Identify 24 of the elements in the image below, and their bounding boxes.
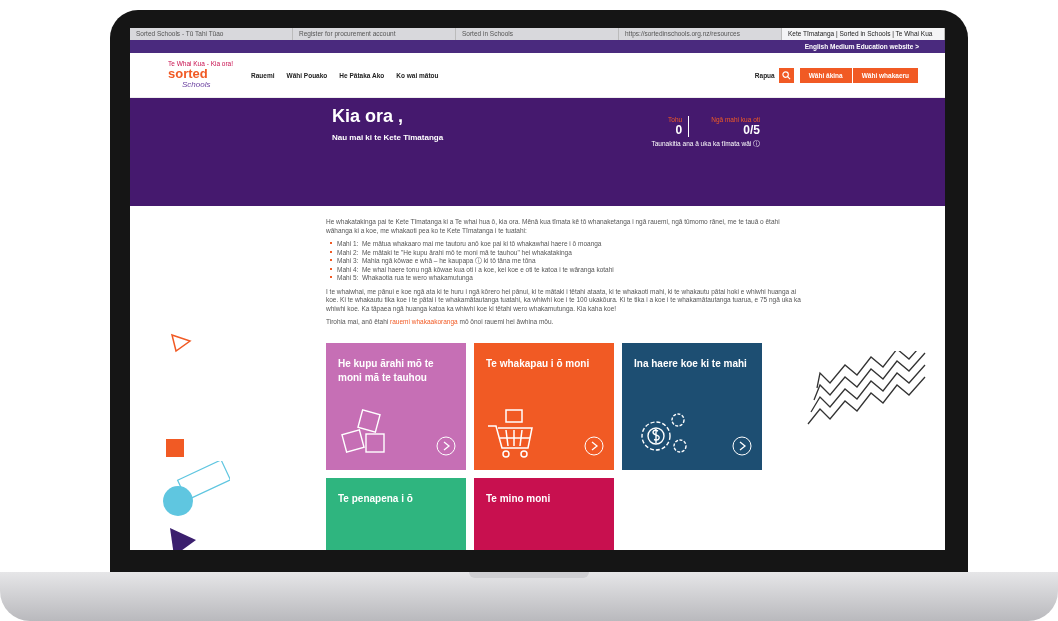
stat-value: 0 [675,123,683,137]
subtitle: Nau mai ki te Kete Tīmatanga [332,133,444,142]
topic-card[interactable]: Ina haere koe ki te mahi [622,342,762,470]
card-title: Te mino moni [486,491,552,506]
triangle-icon [168,526,198,550]
square-decoration [166,439,184,457]
stat-value: 0/5 [743,123,760,137]
topic-card[interactable]: He kupu ārahi mō te moni mā te tauhou [326,342,466,470]
arrow-circle-icon [436,435,456,456]
card-title: Te penapena i ō [338,491,414,506]
search-button[interactable] [778,67,794,83]
card-title: He kupu ārahi mō te moni mā te tauhou [338,356,435,385]
shopping-cart-icon [486,407,536,460]
arrow-circle-icon [584,435,604,456]
logo-script: Schools [182,80,211,90]
topic-card[interactable]: Te mino moni [474,477,614,550]
triangle-outline-icon [170,333,192,353]
logo-wordmark: sorted [168,67,208,81]
search-icon [781,70,791,80]
arrow-circle-icon [732,435,752,456]
card-title: Te whakapau i ō moni [486,356,591,371]
greeting: Kia ora , [332,106,405,127]
topic-card[interactable]: Te whakapau i ō moni [474,342,614,470]
card-title: Ina haere koe ki te mahi [634,356,748,371]
